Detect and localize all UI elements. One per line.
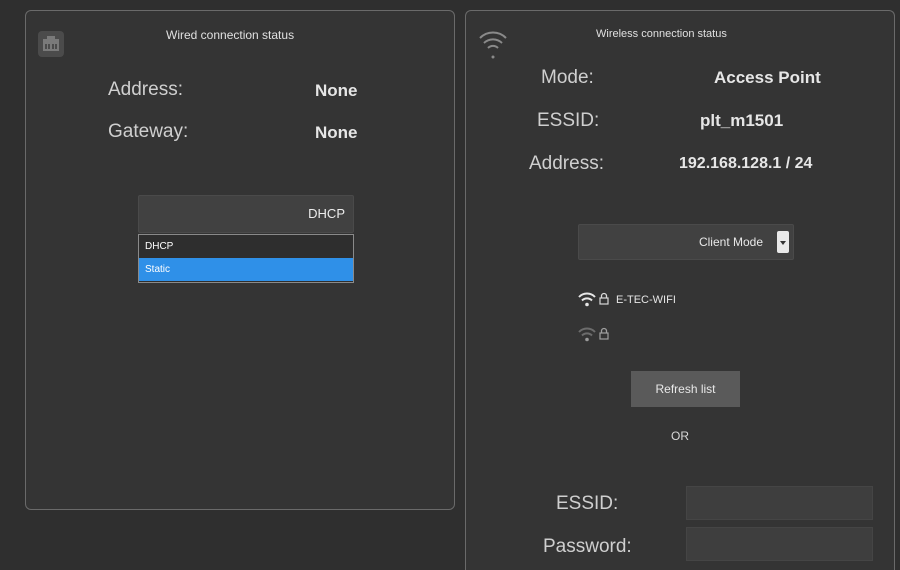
- wireless-address-label: Address:: [529, 153, 604, 174]
- wifi-network-item[interactable]: E-TEC-WIFI: [578, 291, 798, 311]
- wireless-essid-label: ESSID:: [537, 110, 600, 131]
- dropdown-option-dhcp[interactable]: DHCP: [139, 235, 353, 258]
- chevron-down-icon[interactable]: [777, 231, 789, 253]
- wireless-essid-value: plt_m1501: [700, 111, 784, 130]
- dropdown-option-static[interactable]: Static: [139, 258, 353, 281]
- or-separator: OR: [671, 429, 689, 443]
- client-mode-select[interactable]: Client Mode: [578, 224, 794, 260]
- wifi-network-name: E-TEC-WIFI: [616, 294, 676, 306]
- wireless-status-panel: Wireless connection status Mode: Access …: [465, 10, 895, 570]
- wired-gateway-label: Gateway:: [108, 121, 189, 142]
- refresh-list-button[interactable]: Refresh list: [631, 371, 740, 407]
- essid-input[interactable]: [686, 486, 873, 520]
- wireless-address-value: 192.168.128.1 / 24: [679, 155, 813, 172]
- lock-icon: [599, 292, 609, 310]
- wifi-signal-icon: [578, 326, 596, 347]
- wifi-icon: [478, 27, 508, 66]
- password-label: Password:: [543, 536, 632, 557]
- wired-panel-title: Wired connection status: [166, 28, 295, 42]
- wired-status-panel: Wired connection status Address: None Ga…: [25, 10, 455, 510]
- wired-address-value: None: [315, 81, 358, 100]
- wifi-signal-icon: [578, 291, 596, 312]
- ethernet-port-icon: [38, 31, 64, 57]
- wired-mode-select-value: DHCP: [308, 206, 345, 221]
- manual-essid-label: ESSID:: [556, 493, 619, 514]
- wired-gateway-value: None: [315, 123, 358, 142]
- wifi-network-item[interactable]: [578, 326, 798, 346]
- client-mode-select-value: Client Mode: [698, 235, 763, 249]
- wireless-mode-label: Mode:: [541, 67, 594, 88]
- wired-address-label: Address:: [108, 79, 183, 100]
- wired-mode-select[interactable]: DHCP: [138, 195, 354, 233]
- lock-icon: [599, 327, 609, 345]
- wireless-panel-title: Wireless connection status: [596, 28, 727, 40]
- wired-mode-dropdown-list: DHCP Static: [138, 234, 354, 283]
- wireless-mode-value: Access Point: [714, 68, 821, 87]
- password-input[interactable]: [686, 527, 873, 561]
